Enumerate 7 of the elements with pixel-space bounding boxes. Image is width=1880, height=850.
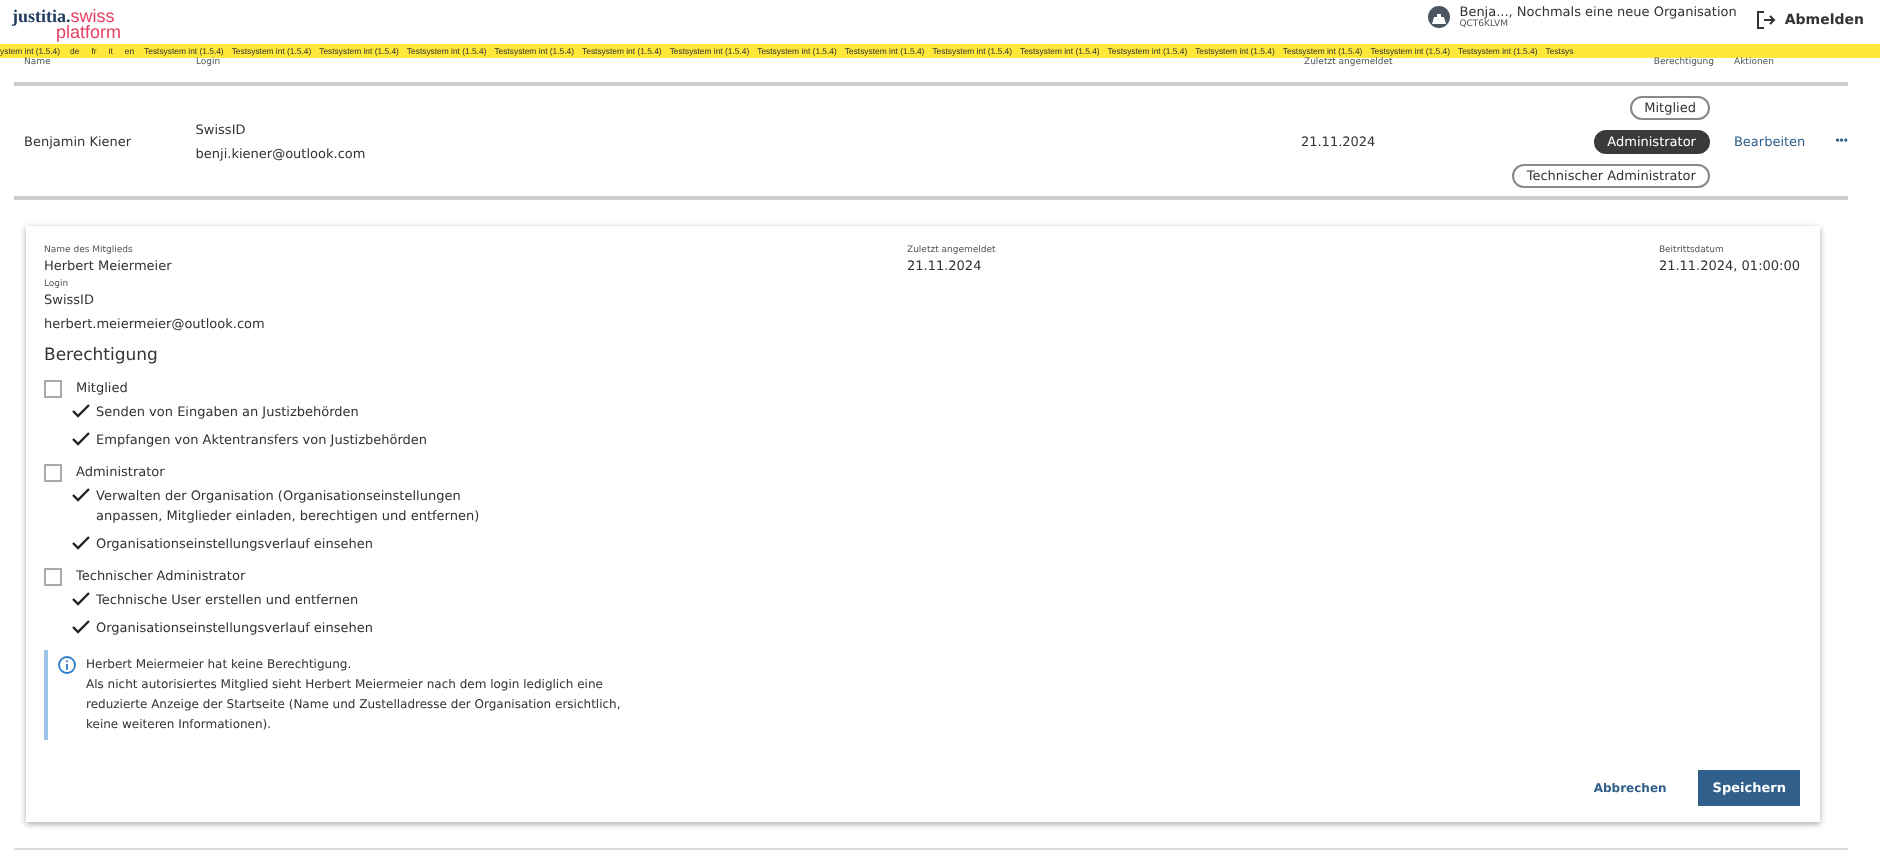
organization-avatar-icon[interactable] bbox=[1427, 6, 1450, 28]
section-title: Berechtigung bbox=[44, 346, 160, 366]
check-icon bbox=[72, 486, 90, 502]
logout-icon[interactable] bbox=[1756, 10, 1777, 30]
check-icon bbox=[72, 534, 90, 550]
info-icon bbox=[58, 656, 76, 674]
logo[interactable]: justitia.swiss platform bbox=[12, 2, 132, 40]
